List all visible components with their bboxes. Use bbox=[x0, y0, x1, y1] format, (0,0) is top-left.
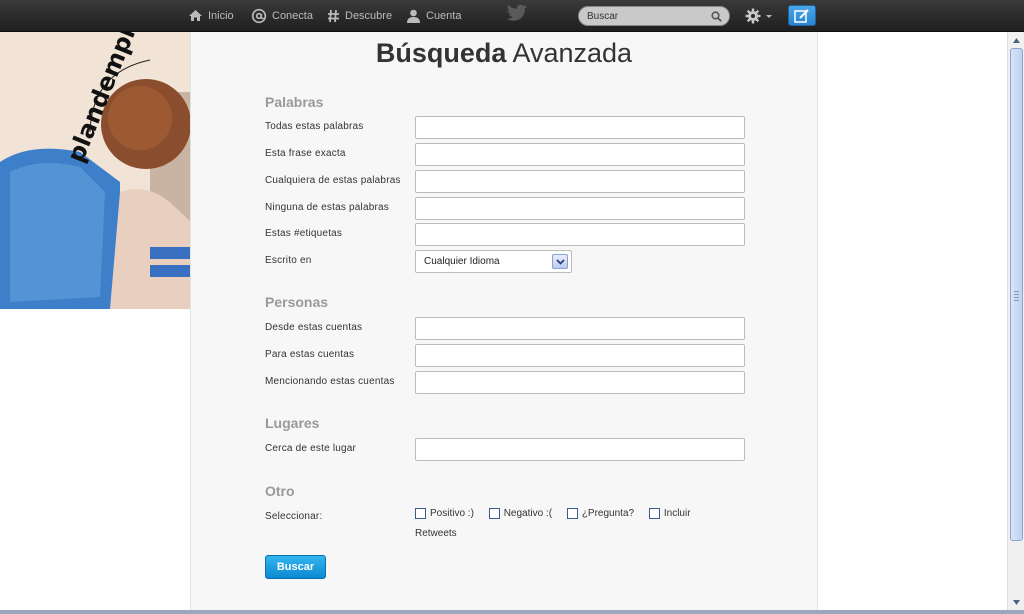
hashtags-label: Estas #etiquetas bbox=[265, 228, 343, 239]
nav-home-label: Inicio bbox=[208, 9, 234, 22]
any-words-label: Cualquiera de estas palabras bbox=[265, 175, 401, 186]
language-select[interactable]: Cualquier Idioma bbox=[415, 250, 572, 273]
negative-checkbox-label: Negativo :( bbox=[503, 508, 553, 519]
page-title-bold: Búsqueda bbox=[375, 38, 507, 68]
all-words-label: Todas estas palabras bbox=[265, 121, 364, 132]
nav-connect[interactable]: Conecta bbox=[251, 0, 313, 31]
nav-discover[interactable]: Descubre bbox=[327, 0, 392, 31]
home-icon bbox=[189, 10, 202, 21]
search-box bbox=[578, 6, 730, 26]
section-places-title: Lugares bbox=[265, 415, 320, 431]
negative-checkbox[interactable]: Negativo :( bbox=[488, 508, 553, 519]
search-icon[interactable] bbox=[711, 11, 722, 22]
language-label: Escrito en bbox=[265, 255, 312, 266]
hashtag-icon bbox=[328, 9, 339, 22]
none-words-input[interactable] bbox=[415, 197, 745, 220]
hashtags-input[interactable] bbox=[415, 223, 745, 246]
window-bottom-edge bbox=[0, 610, 1024, 614]
scroll-up-arrow-icon[interactable] bbox=[1010, 34, 1023, 46]
positive-checkbox-box[interactable] bbox=[415, 508, 426, 519]
all-words-input[interactable] bbox=[415, 116, 745, 139]
search-submit-button[interactable]: Buscar bbox=[265, 555, 326, 579]
section-people-title: Personas bbox=[265, 294, 329, 310]
mentioning-accounts-label: Mencionando estas cuentas bbox=[265, 376, 395, 387]
include-retweets-label-continued: Retweets bbox=[415, 528, 457, 539]
background-image: plandemple bbox=[0, 32, 191, 309]
to-accounts-input[interactable] bbox=[415, 344, 745, 367]
page-title: Búsqueda Avanzada bbox=[191, 38, 817, 69]
include-retweets-checkbox[interactable]: Incluir bbox=[648, 508, 691, 519]
from-accounts-input[interactable] bbox=[415, 317, 745, 340]
mentioning-accounts-input[interactable] bbox=[415, 371, 745, 394]
exact-phrase-input[interactable] bbox=[415, 143, 745, 166]
nav-home[interactable]: Inicio bbox=[188, 0, 234, 31]
language-select-value: Cualquier Idioma bbox=[424, 256, 500, 267]
twitter-bird-icon bbox=[506, 4, 527, 21]
question-checkbox-label: ¿Pregunta? bbox=[581, 508, 635, 519]
any-words-input[interactable] bbox=[415, 170, 745, 193]
to-accounts-label: Para estas cuentas bbox=[265, 349, 355, 360]
question-checkbox-box[interactable] bbox=[566, 508, 578, 519]
near-place-input[interactable] bbox=[415, 438, 745, 461]
positive-checkbox-label: Positivo :) bbox=[430, 508, 474, 519]
include-retweets-label: Incluir bbox=[663, 508, 691, 519]
page-title-light: Avanzada bbox=[512, 38, 633, 68]
caret-down-icon bbox=[766, 14, 772, 18]
nav-account[interactable]: Cuenta bbox=[406, 0, 461, 31]
at-sign-icon bbox=[251, 8, 267, 23]
nav-connect-label: Conecta bbox=[272, 9, 313, 22]
nav-account-label: Cuenta bbox=[426, 9, 462, 22]
from-accounts-label: Desde estas cuentas bbox=[265, 322, 363, 333]
include-retweets-checkbox-box[interactable] bbox=[648, 508, 660, 519]
scrollbar-thumb[interactable] bbox=[1010, 48, 1023, 541]
background-illustration: plandemple bbox=[0, 32, 191, 309]
user-icon bbox=[407, 9, 420, 23]
compose-tweet-button[interactable] bbox=[788, 5, 816, 26]
select-label: Seleccionar: bbox=[265, 511, 323, 522]
question-checkbox[interactable]: ¿Pregunta? bbox=[566, 508, 635, 519]
positive-checkbox[interactable]: Positivo :) bbox=[415, 508, 474, 519]
attitude-checkboxes: Positivo :) Negativo :( ¿Pregunta? Inclu… bbox=[415, 508, 735, 522]
nav-discover-label: Descubre bbox=[345, 9, 393, 22]
negative-checkbox-box[interactable] bbox=[488, 508, 500, 519]
near-place-label: Cerca de este lugar bbox=[265, 443, 357, 454]
advanced-search-panel: Búsqueda Avanzada Palabras Todas estas p… bbox=[190, 32, 818, 614]
top-nav-bar: Inicio Conecta Descubre Cuenta bbox=[0, 0, 1024, 32]
vertical-scrollbar[interactable] bbox=[1007, 32, 1024, 610]
scroll-down-arrow-icon[interactable] bbox=[1010, 596, 1023, 608]
search-input[interactable] bbox=[587, 9, 705, 23]
compose-icon bbox=[794, 8, 809, 23]
none-words-label: Ninguna de estas palabras bbox=[265, 202, 389, 213]
settings-menu[interactable] bbox=[745, 8, 773, 24]
chevron-down-icon[interactable] bbox=[552, 254, 568, 269]
gear-icon bbox=[745, 8, 761, 24]
scrollbar-grip bbox=[1014, 291, 1019, 303]
section-words-title: Palabras bbox=[265, 94, 324, 110]
exact-phrase-label: Esta frase exacta bbox=[265, 148, 346, 159]
section-other-title: Otro bbox=[265, 483, 295, 499]
